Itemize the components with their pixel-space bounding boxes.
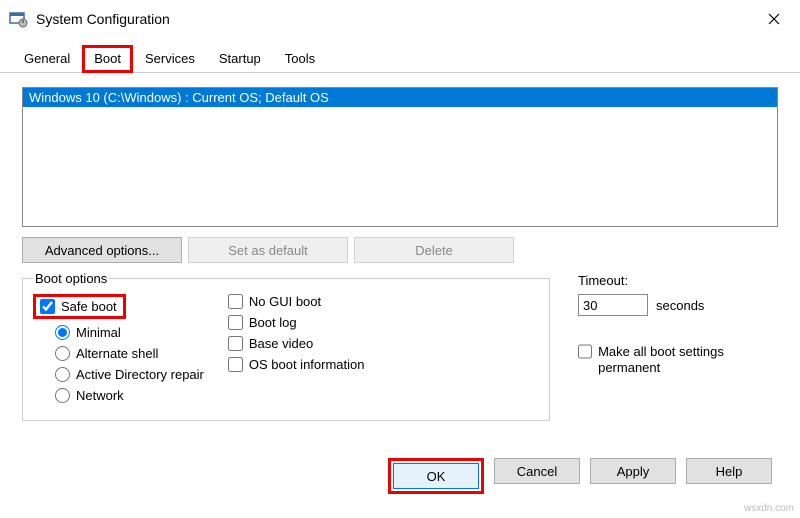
ok-highlight: OK (388, 458, 484, 494)
base-video-checkbox[interactable] (228, 336, 243, 351)
network-radio[interactable] (55, 388, 70, 403)
set-default-button: Set as default (188, 237, 348, 263)
boot-options-right-col: No GUI boot Boot log Base video OS boot … (228, 290, 365, 403)
permanent-checkbox[interactable] (578, 344, 592, 359)
apply-button[interactable]: Apply (590, 458, 676, 484)
advanced-options-button[interactable]: Advanced options... (22, 237, 182, 263)
close-button[interactable] (752, 4, 796, 34)
app-icon (8, 9, 28, 29)
ok-button[interactable]: OK (393, 463, 479, 489)
timeout-area: Timeout: seconds Make all boot settings … (578, 271, 778, 377)
base-video-label: Base video (249, 336, 313, 351)
dialog-buttons: OK Cancel Apply Help (388, 458, 772, 494)
no-gui-label: No GUI boot (249, 294, 321, 309)
timeout-label: Timeout: (578, 273, 778, 288)
delete-button: Delete (354, 237, 514, 263)
os-entry[interactable]: Windows 10 (C:\Windows) : Current OS; De… (23, 88, 777, 107)
title-bar: System Configuration (0, 0, 800, 38)
alternate-shell-label: Alternate shell (76, 346, 158, 361)
watermark: wsxdn.com (744, 503, 794, 514)
tab-startup[interactable]: Startup (207, 45, 273, 73)
boot-log-checkbox[interactable] (228, 315, 243, 330)
options-area: Boot options Safe boot Minimal (22, 271, 778, 421)
boot-options-legend: Boot options (33, 271, 109, 286)
boot-options-left-col: Safe boot Minimal Alternate shell Active… (33, 290, 204, 403)
ad-repair-label: Active Directory repair (76, 367, 204, 382)
os-info-label: OS boot information (249, 357, 365, 372)
os-buttons-row: Advanced options... Set as default Delet… (22, 237, 778, 263)
network-label: Network (76, 388, 124, 403)
alternate-shell-radio[interactable] (55, 346, 70, 361)
safe-boot-highlight: Safe boot (33, 294, 126, 319)
tab-general[interactable]: General (12, 45, 82, 73)
safe-boot-label: Safe boot (61, 299, 117, 314)
no-gui-checkbox[interactable] (228, 294, 243, 309)
tab-content: Windows 10 (C:\Windows) : Current OS; De… (0, 73, 800, 433)
boot-log-label: Boot log (249, 315, 297, 330)
tab-boot[interactable]: Boot (82, 45, 133, 73)
os-info-checkbox[interactable] (228, 357, 243, 372)
minimal-label: Minimal (76, 325, 121, 340)
tab-tools[interactable]: Tools (273, 45, 327, 73)
permanent-label: Make all boot settings permanent (598, 344, 778, 377)
timeout-input[interactable] (578, 294, 648, 316)
tab-services[interactable]: Services (133, 45, 207, 73)
boot-options-group: Boot options Safe boot Minimal (22, 271, 550, 421)
os-list[interactable]: Windows 10 (C:\Windows) : Current OS; De… (22, 87, 778, 227)
tab-bar: General Boot Services Startup Tools (0, 38, 800, 73)
help-button[interactable]: Help (686, 458, 772, 484)
window-title: System Configuration (36, 11, 170, 27)
ad-repair-radio[interactable] (55, 367, 70, 382)
timeout-unit: seconds (656, 298, 704, 313)
safe-boot-checkbox[interactable] (40, 299, 55, 314)
minimal-radio[interactable] (55, 325, 70, 340)
cancel-button[interactable]: Cancel (494, 458, 580, 484)
